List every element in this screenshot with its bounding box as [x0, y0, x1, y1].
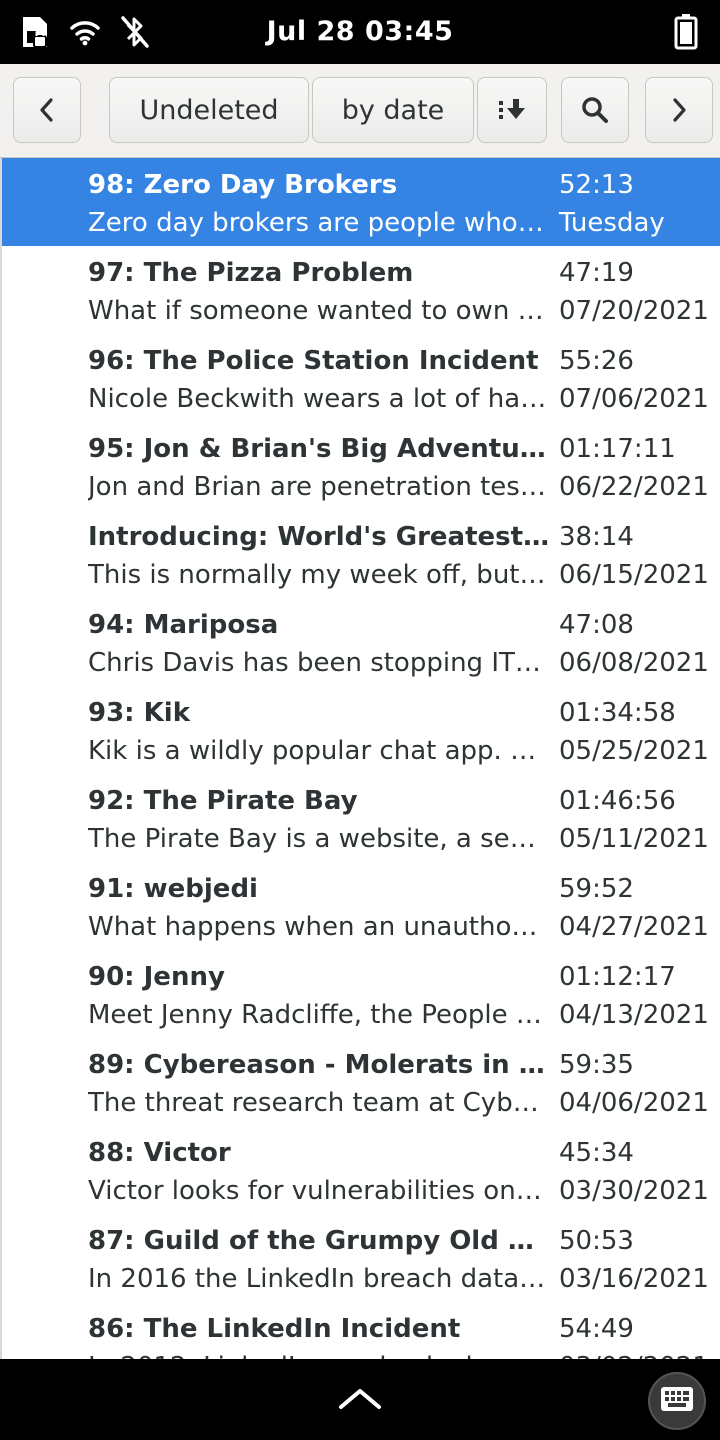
- keyboard-button[interactable]: [648, 1372, 706, 1430]
- episode-date: 07/06/2021: [559, 384, 709, 414]
- episode-date: Tuesday: [559, 208, 665, 238]
- search-icon: [580, 95, 610, 125]
- episode-title: 93: Kik: [88, 698, 190, 728]
- episode-description: Meet Jenny Radcliffe, the People Hacker.: [88, 1000, 548, 1030]
- episode-description: Kik is a wildly popular chat app. Then i…: [88, 736, 548, 766]
- episode-description: What if someone wanted to own a pizza sh…: [88, 296, 548, 326]
- episode-description: The Pirate Bay is a website, a search en…: [88, 824, 548, 854]
- episode-title: 89: Cybereason - Molerats in the Cloud: [88, 1050, 550, 1080]
- episode-description: Nicole Beckwith wears a lot of hats.: [88, 384, 548, 414]
- episode-title: 91: webjedi: [88, 874, 258, 904]
- episode-duration: 59:35: [559, 1050, 634, 1080]
- episode-duration: 01:46:56: [559, 786, 676, 816]
- episode-duration: 45:34: [559, 1138, 634, 1168]
- sort-direction-button[interactable]: [477, 77, 547, 143]
- episode-row[interactable]: 95: Jon & Brian's Big Adventure Jon and …: [2, 422, 720, 510]
- filter-label: Undeleted: [139, 94, 279, 126]
- toolbar: Undeleted by date: [0, 64, 720, 158]
- bottom-bar: [0, 1359, 720, 1440]
- episode-date: 03/16/2021: [559, 1264, 709, 1294]
- episode-date: 03/02/2021: [559, 1352, 709, 1359]
- status-bar: Jul 28 03:45: [0, 0, 720, 64]
- episode-row[interactable]: 94: Mariposa Chris Davis has been stoppi…: [2, 598, 720, 686]
- back-button[interactable]: [13, 77, 81, 143]
- episode-duration: 50:53: [559, 1226, 634, 1256]
- episode-description: In 2016 the LinkedIn breach data was rel…: [88, 1264, 548, 1294]
- episode-title: 87: Guild of the Grumpy Old Hackers: [88, 1226, 550, 1256]
- episode-date: 03/30/2021: [559, 1176, 709, 1206]
- episode-row[interactable]: Introducing: World's Greatest Con This i…: [2, 510, 720, 598]
- chevron-right-icon: [669, 96, 689, 124]
- episode-duration: 55:26: [559, 346, 634, 376]
- chevron-left-icon: [37, 96, 57, 124]
- episode-row[interactable]: 96: The Police Station Incident Nicole B…: [2, 334, 720, 422]
- episode-description: This is normally my week off, but I want…: [88, 560, 548, 590]
- episode-date: 04/27/2021: [559, 912, 709, 942]
- episode-title: Introducing: World's Greatest Con: [88, 522, 550, 552]
- episode-description: Zero day brokers are people who buy and …: [88, 208, 548, 238]
- episode-date: 06/08/2021: [559, 648, 709, 678]
- episode-description: What happens when an unauthorized person…: [88, 912, 548, 942]
- episode-title: 98: Zero Day Brokers: [88, 170, 398, 200]
- sort-button[interactable]: by date: [312, 77, 474, 143]
- episode-duration: 47:08: [559, 610, 634, 640]
- episode-date: 06/15/2021: [559, 560, 709, 590]
- episode-duration: 59:52: [559, 874, 634, 904]
- episode-row[interactable]: 90: Jenny Meet Jenny Radcliffe, the Peop…: [2, 950, 720, 1038]
- episode-title: 94: Mariposa: [88, 610, 279, 640]
- episode-row[interactable]: 97: The Pizza Problem What if someone wa…: [2, 246, 720, 334]
- episode-description: In 2012, LinkedIn was hacked.: [88, 1352, 548, 1359]
- episode-row[interactable]: 89: Cybereason - Molerats in the Cloud T…: [2, 1038, 720, 1126]
- episode-duration: 01:12:17: [559, 962, 676, 992]
- episode-row[interactable]: 93: Kik Kik is a wildly popular chat app…: [2, 686, 720, 774]
- episode-title: 88: Victor: [88, 1138, 231, 1168]
- episode-date: 05/11/2021: [559, 824, 709, 854]
- episode-description: The threat research team at Cybereason f…: [88, 1088, 548, 1118]
- episode-title: 97: The Pizza Problem: [88, 258, 414, 288]
- episode-duration: 01:34:58: [559, 698, 676, 728]
- episode-title: 92: The Pirate Bay: [88, 786, 358, 816]
- episode-title: 86: The LinkedIn Incident: [88, 1314, 461, 1344]
- episode-duration: 47:19: [559, 258, 634, 288]
- episode-title: 96: The Police Station Incident: [88, 346, 539, 376]
- episode-row[interactable]: 98: Zero Day Brokers Zero day brokers ar…: [2, 158, 720, 246]
- episode-date: 04/13/2021: [559, 1000, 709, 1030]
- forward-button[interactable]: [645, 77, 713, 143]
- keyboard-icon: [660, 1386, 694, 1416]
- episode-date: 04/06/2021: [559, 1088, 709, 1118]
- episode-duration: 52:13: [559, 170, 634, 200]
- filter-button[interactable]: Undeleted: [109, 77, 309, 143]
- episode-title: 90: Jenny: [88, 962, 225, 992]
- episode-row[interactable]: 92: The Pirate Bay The Pirate Bay is a w…: [2, 774, 720, 862]
- chevron-up-icon[interactable]: [337, 1383, 383, 1417]
- episode-row[interactable]: 91: webjedi What happens when an unautho…: [2, 862, 720, 950]
- search-button[interactable]: [561, 77, 629, 143]
- episode-date: 06/22/2021: [559, 472, 709, 502]
- episode-row[interactable]: 88: Victor Victor looks for vulnerabilit…: [2, 1126, 720, 1214]
- battery-icon: [674, 12, 698, 54]
- episode-date: 05/25/2021: [559, 736, 709, 766]
- episode-title: 95: Jon & Brian's Big Adventure: [88, 434, 550, 464]
- sort-descending-icon: [497, 97, 527, 123]
- status-clock: Jul 28 03:45: [266, 16, 454, 47]
- episode-date: 07/20/2021: [559, 296, 709, 326]
- episode-duration: 01:17:11: [559, 434, 676, 464]
- episode-description: Chris Davis has been stopping IT securit…: [88, 648, 548, 678]
- episode-list[interactable]: 98: Zero Day Brokers Zero day brokers ar…: [0, 158, 720, 1359]
- episode-duration: 54:49: [559, 1314, 634, 1344]
- sort-label: by date: [341, 94, 445, 126]
- episode-row[interactable]: 87: Guild of the Grumpy Old Hackers In 2…: [2, 1214, 720, 1302]
- episode-description: Victor looks for vulnerabilities on the …: [88, 1176, 548, 1206]
- episode-duration: 38:14: [559, 522, 634, 552]
- episode-row[interactable]: 86: The LinkedIn Incident In 2012, Linke…: [2, 1302, 720, 1359]
- episode-description: Jon and Brian are penetration testers.: [88, 472, 548, 502]
